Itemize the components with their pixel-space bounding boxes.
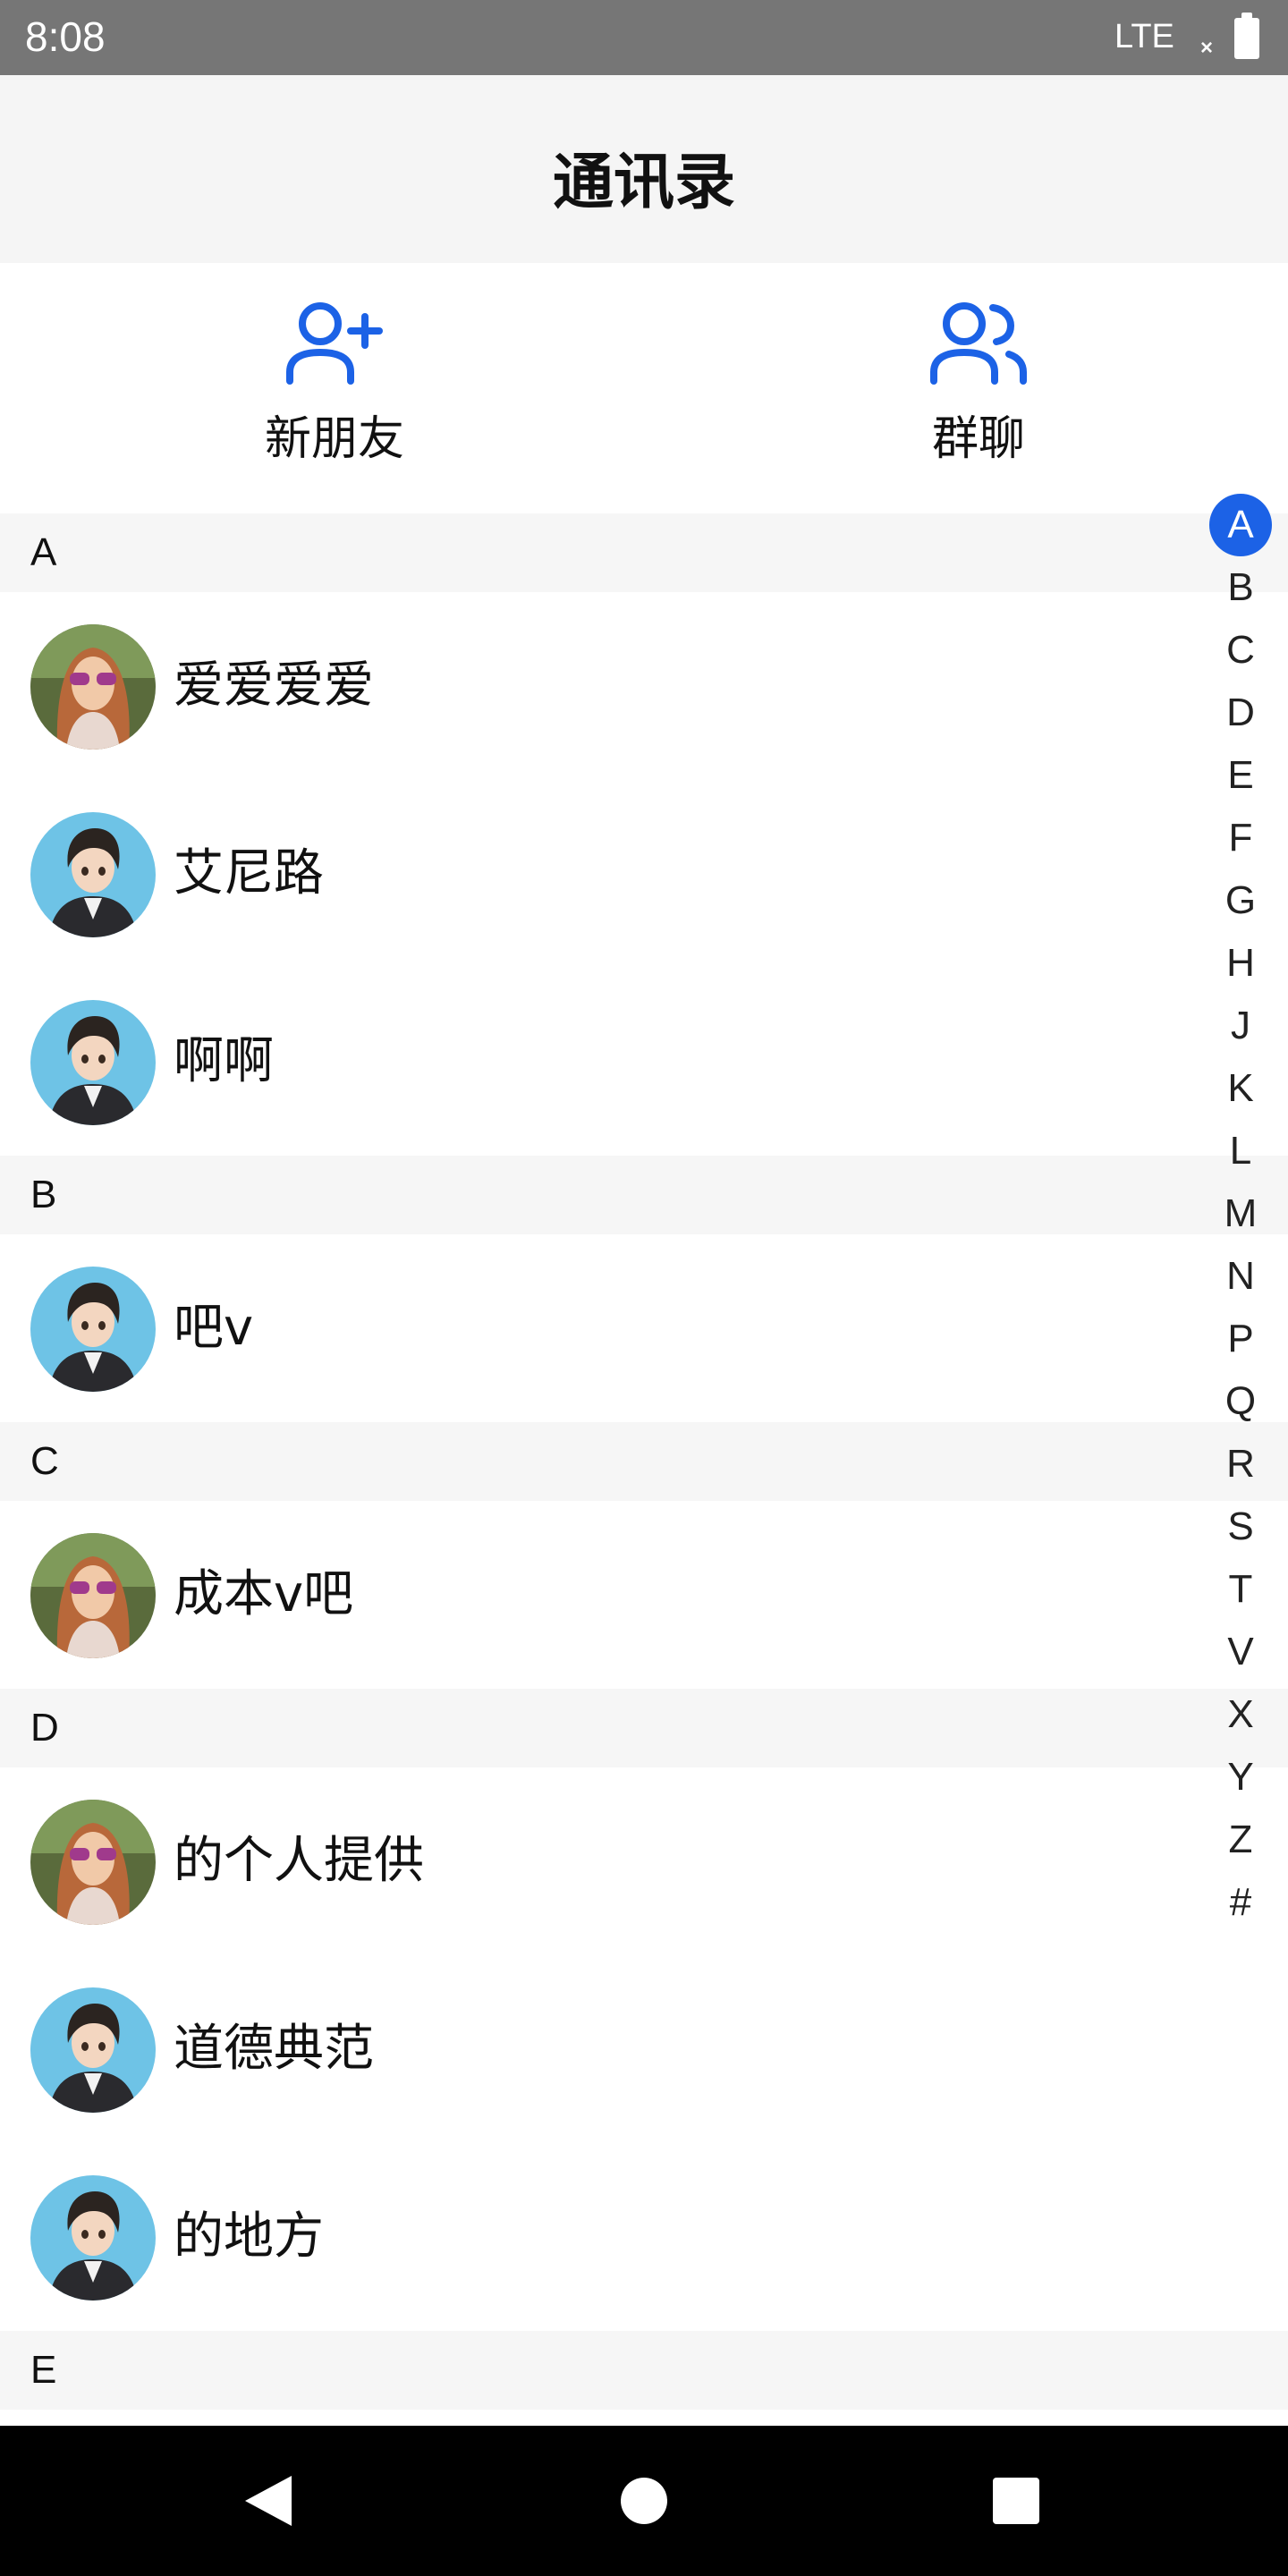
status-bar: 8:08 LTE × (0, 0, 1288, 75)
section-header-e: E (0, 2331, 1288, 2410)
new-friends-button[interactable]: 新朋友 (174, 299, 496, 496)
contact-row[interactable]: 成本v吧 (0, 1501, 1288, 1689)
index-letter-f[interactable]: F (1216, 807, 1265, 869)
contact-row[interactable]: 吧v (0, 1234, 1288, 1422)
index-letter-b[interactable]: B (1216, 556, 1265, 619)
index-letter-e[interactable]: E (1216, 744, 1265, 807)
index-letter-a-label: A (1209, 494, 1272, 556)
contact-row[interactable]: 道德典范 (0, 1955, 1288, 2143)
avatar (30, 2175, 156, 2301)
network-type: LTE (1114, 18, 1174, 55)
avatar (30, 1800, 156, 1925)
index-letter-p[interactable]: P (1216, 1308, 1265, 1370)
section-header-d: D (0, 1689, 1288, 1767)
index-letter-y[interactable]: Y (1216, 1746, 1265, 1809)
contact-row[interactable]: 爱爱爱爱 (0, 592, 1288, 780)
index-letter-d[interactable]: D (1216, 682, 1265, 744)
index-letter-q[interactable]: Q (1216, 1370, 1265, 1433)
index-letter-h[interactable]: H (1216, 932, 1265, 995)
group-chat-button[interactable]: 群聊 (818, 299, 1140, 496)
contact-name: 爱爱爱爱 (174, 657, 374, 715)
index-letter-r[interactable]: R (1216, 1433, 1265, 1496)
index-letter-s[interactable]: S (1216, 1496, 1265, 1558)
index-letter-c[interactable]: C (1216, 619, 1265, 682)
index-letter-t[interactable]: T (1216, 1558, 1265, 1621)
no-signal-mark: × (1200, 36, 1214, 60)
avatar (30, 1987, 156, 2113)
status-time: 8:08 (25, 13, 106, 60)
index-letter-g[interactable]: G (1216, 869, 1265, 932)
contact-name: 的个人提供 (174, 1832, 424, 1890)
contact-name: 成本v吧 (174, 1565, 354, 1623)
recents-square-icon[interactable] (991, 2474, 1041, 2528)
contact-row[interactable]: 艾尼路 (0, 780, 1288, 968)
section-header-c: C (0, 1422, 1288, 1501)
battery-icon (1234, 13, 1259, 59)
back-triangle-icon[interactable] (243, 2474, 293, 2528)
avatar (30, 812, 156, 937)
index-letter-j[interactable]: J (1216, 995, 1265, 1057)
contact-row[interactable]: 的个人提供 (0, 1767, 1288, 1955)
girl-avatar-image (30, 624, 156, 750)
boy-avatar-image (30, 1000, 156, 1125)
index-letter-hash[interactable]: # (1216, 1871, 1265, 1934)
index-letter-l[interactable]: L (1216, 1120, 1265, 1182)
index-letter-k[interactable]: K (1216, 1057, 1265, 1120)
contact-name: 道德典范 (174, 2020, 374, 2078)
system-nav-bar (0, 2426, 1288, 2576)
boy-avatar-image (30, 812, 156, 937)
person-add-icon (286, 302, 383, 385)
index-letter-m[interactable]: M (1216, 1182, 1265, 1245)
boy-avatar-image (30, 1987, 156, 2113)
avatar (30, 1533, 156, 1658)
people-group-icon (930, 302, 1027, 385)
home-circle-icon[interactable] (619, 2474, 669, 2528)
girl-avatar-image (30, 1800, 156, 1925)
contact-row[interactable]: 啊啊 (0, 968, 1288, 1156)
index-letter-v[interactable]: V (1216, 1621, 1265, 1683)
avatar (30, 624, 156, 750)
group-chat-label: 群聊 (931, 412, 1025, 466)
alphabet-index-bar[interactable]: A B C D E F G H J K L M N P Q R S T V X … (1209, 494, 1272, 1934)
quick-actions: 新朋友 群聊 (0, 263, 1288, 513)
page-title: 通讯录 (552, 148, 735, 218)
contact-row[interactable]: 的地方 (0, 2143, 1288, 2331)
index-letter-x[interactable]: X (1216, 1683, 1265, 1746)
new-friends-label: 新朋友 (264, 412, 404, 466)
contact-name: 艾尼路 (174, 844, 324, 902)
index-letter-z[interactable]: Z (1216, 1809, 1265, 1871)
avatar (30, 1267, 156, 1392)
contact-name: 啊啊 (174, 1032, 274, 1090)
header: 通讯录 (0, 75, 1288, 263)
contacts-list: A 爱爱爱爱 艾尼路 啊啊 B 吧v C 成本v吧 D 的个人提供 道德典范 的… (0, 513, 1288, 2410)
section-header-b: B (0, 1156, 1288, 1234)
avatar (30, 1000, 156, 1125)
boy-avatar-image (30, 1267, 156, 1392)
contact-name: 吧v (174, 1299, 254, 1357)
contact-name: 的地方 (174, 2207, 324, 2266)
boy-avatar-image (30, 2175, 156, 2301)
index-letter-a[interactable]: A (1209, 494, 1272, 556)
section-header-a: A (0, 513, 1288, 592)
girl-avatar-image (30, 1533, 156, 1658)
index-letter-n[interactable]: N (1216, 1245, 1265, 1308)
